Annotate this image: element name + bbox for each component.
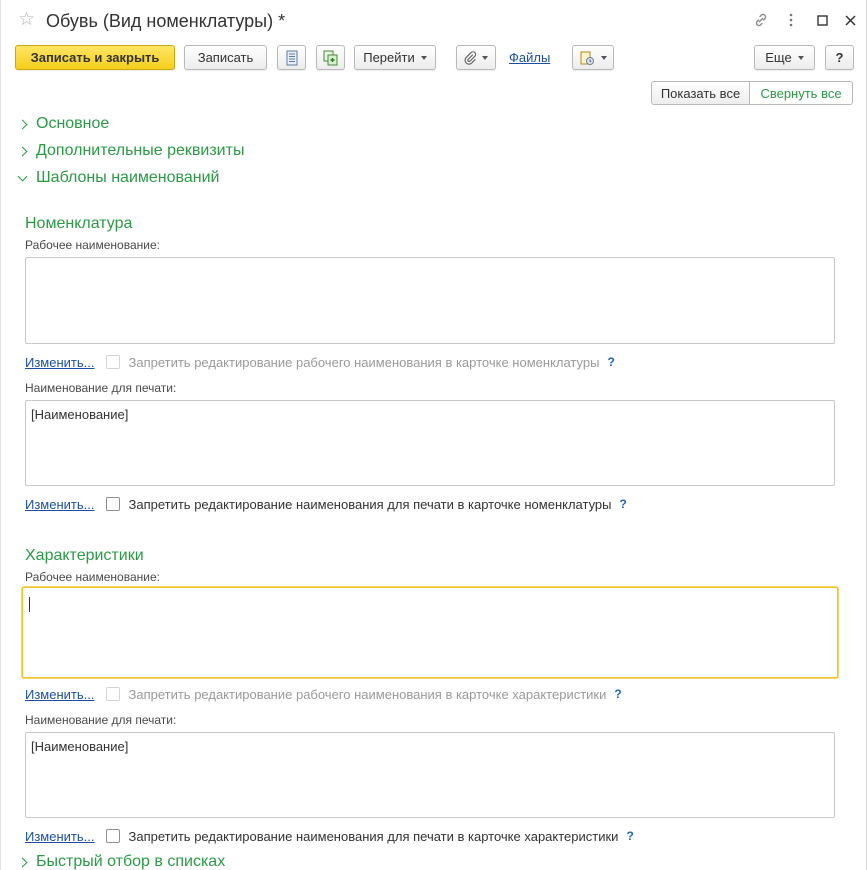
forbid-char-print-name-checkbox[interactable] <box>106 829 121 843</box>
forbid-char-work-name-label: Запретить редактирование рабочего наимен… <box>128 686 607 702</box>
page-title: Обувь (Вид номенклатуры) * <box>46 11 286 31</box>
characteristics-work-name-options: Изменить... Запретить редактирование раб… <box>25 685 622 703</box>
save-and-close-label: Записать и закрыть <box>30 50 160 65</box>
text-cursor <box>29 597 30 612</box>
nomenclature-section-title: Номенклатура <box>25 215 133 232</box>
group-main[interactable]: Основное <box>17 114 110 134</box>
save-label: Записать <box>197 50 254 65</box>
chevron-down-icon <box>482 55 488 60</box>
files-link[interactable]: Файлы <box>509 50 550 65</box>
nomenclature-work-name-options: Изменить... Запретить редактирование раб… <box>25 353 615 371</box>
chevron-down-icon <box>797 55 804 60</box>
forbid-char-work-name-checkbox[interactable] <box>106 687 121 701</box>
nomenclature-work-name-change-link[interactable]: Изменить... <box>25 355 94 370</box>
title-bar: ☆ Обувь (Вид номенклатуры) * <box>1 0 867 40</box>
chevron-right-icon <box>17 857 28 867</box>
chevron-right-icon <box>17 146 28 156</box>
star-icon[interactable]: ☆ <box>18 9 35 31</box>
characteristics-print-name-label: Наименование для печати: <box>25 713 177 727</box>
nomenclature-print-name-options: Изменить... Запретить редактирование наи… <box>25 495 627 513</box>
chevron-down-icon <box>17 171 28 181</box>
more-button[interactable]: Еще <box>754 45 815 70</box>
group-quick-filter[interactable]: Быстрый отбор в списках <box>17 852 226 870</box>
forbid-print-name-label: Запретить редактирование наименования дл… <box>128 496 612 512</box>
group-main-label: Основное <box>36 115 110 132</box>
attach-button[interactable] <box>456 45 496 70</box>
forbid-work-name-label: Запретить редактирование рабочего наимен… <box>128 354 600 370</box>
characteristics-print-name-options: Изменить... Запретить редактирование наи… <box>25 827 634 845</box>
help-icon[interactable]: ? <box>620 497 627 511</box>
goto-button[interactable]: Перейти <box>354 45 436 70</box>
characteristics-work-name-input[interactable] <box>22 587 838 678</box>
forbid-char-print-name-label: Запретить редактирование наименования дл… <box>128 828 619 844</box>
nomenclature-print-name-input[interactable]: [Наименование] <box>25 400 835 486</box>
forbid-print-name-checkbox[interactable] <box>106 497 121 511</box>
report-button[interactable] <box>277 45 306 70</box>
chevron-down-icon <box>601 55 607 60</box>
characteristics-print-name-change-link[interactable]: Изменить... <box>25 829 94 844</box>
more-label: Еще <box>765 50 792 65</box>
nomenclature-print-name-label: Наименование для печати: <box>25 381 177 395</box>
group-templates-label: Шаблоны наименований <box>36 169 220 186</box>
print-icon <box>580 51 594 65</box>
paperclip-icon <box>464 50 476 65</box>
close-icon[interactable] <box>840 10 860 30</box>
nomenclature-print-name-change-link[interactable]: Изменить... <box>25 497 94 512</box>
maximize-icon[interactable] <box>812 10 832 30</box>
group-extra-attributes[interactable]: Дополнительные реквизиты <box>17 141 245 161</box>
help-icon[interactable]: ? <box>626 829 633 843</box>
group-extra-label: Дополнительные реквизиты <box>36 142 245 159</box>
group-quick-filter-label: Быстрый отбор в списках <box>36 853 226 870</box>
forbid-work-name-checkbox[interactable] <box>106 355 121 369</box>
create-based-on-button[interactable] <box>316 45 345 70</box>
characteristics-work-name-change-link[interactable]: Изменить... <box>25 687 94 702</box>
goto-label: Перейти <box>363 50 415 65</box>
characteristics-work-name-label: Рабочее наименование: <box>25 570 160 584</box>
characteristics-section-title: Характеристики <box>25 547 144 564</box>
print-button[interactable] <box>572 45 614 70</box>
group-name-templates[interactable]: Шаблоны наименований <box>17 168 220 188</box>
characteristics-print-name-input[interactable]: [Наименование] <box>25 732 835 818</box>
save-and-close-button[interactable]: Записать и закрыть <box>15 45 175 70</box>
collapse-all-button[interactable]: Свернуть все <box>749 81 853 105</box>
document-list-icon <box>286 50 297 65</box>
form-window: ☆ Обувь (Вид номенклатуры) * Записать и … <box>0 0 867 870</box>
save-button[interactable]: Записать <box>184 45 267 70</box>
more-vert-icon[interactable] <box>781 10 801 30</box>
chevron-down-icon <box>420 55 427 60</box>
help-icon[interactable]: ? <box>614 687 621 701</box>
nomenclature-work-name-input[interactable] <box>25 257 835 344</box>
chevron-right-icon <box>17 119 28 129</box>
help-button[interactable]: ? <box>825 45 854 70</box>
help-label: ? <box>835 50 844 65</box>
link-icon[interactable] <box>751 10 771 30</box>
help-icon[interactable]: ? <box>607 355 614 369</box>
create-based-icon <box>323 50 337 65</box>
show-all-button[interactable]: Показать все <box>651 81 750 105</box>
show-all-label: Показать все <box>660 85 741 101</box>
collapse-all-label: Свернуть все <box>760 85 842 101</box>
nomenclature-work-name-label: Рабочее наименование: <box>25 238 160 252</box>
